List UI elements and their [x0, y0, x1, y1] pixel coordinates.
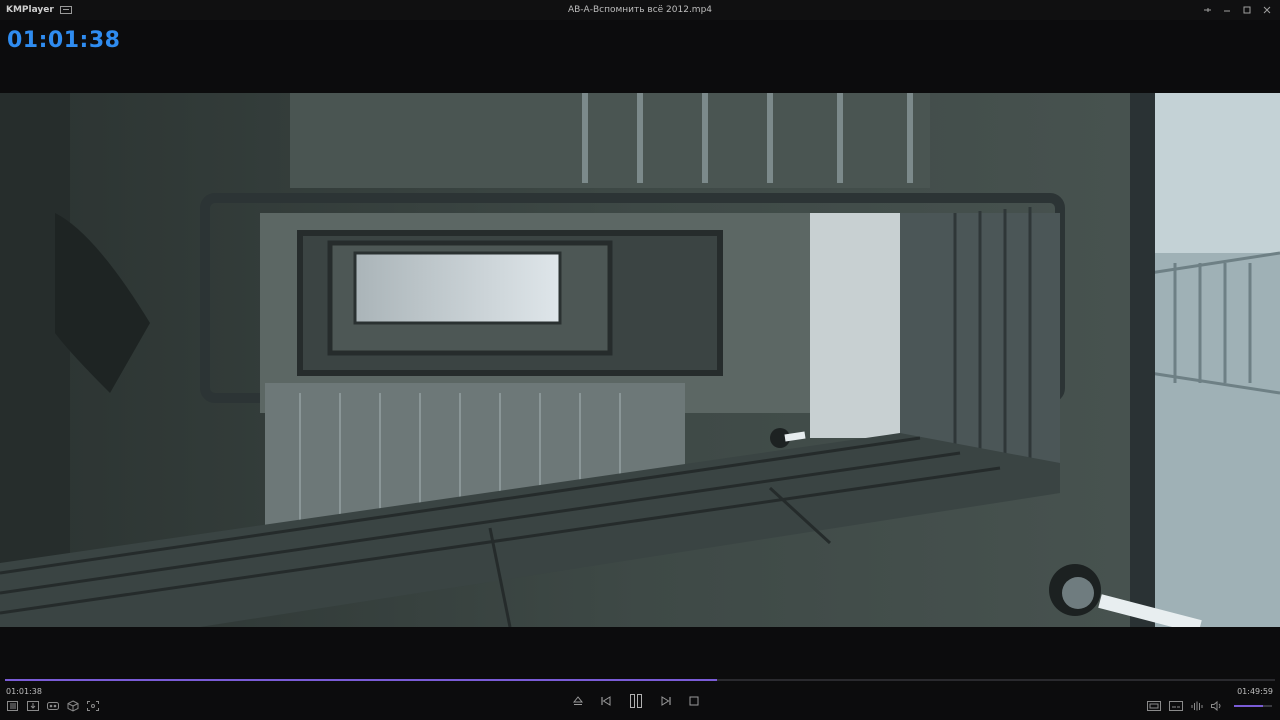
vr-icon[interactable] [46, 700, 60, 712]
seek-bar-progress [5, 679, 718, 681]
previous-icon[interactable] [599, 694, 613, 708]
volume-level [1234, 705, 1263, 707]
screen-mode-icon[interactable] [1146, 700, 1162, 712]
maximize-icon[interactable] [1238, 1, 1256, 19]
total-time: 01:49:59 [1237, 687, 1273, 696]
right-controls [1146, 700, 1272, 712]
seek-bar[interactable] [5, 679, 1275, 681]
menu-icon[interactable] [59, 6, 72, 14]
eject-icon[interactable] [571, 694, 585, 708]
stop-icon[interactable] [687, 694, 701, 708]
left-controls [6, 700, 100, 712]
close-icon[interactable] [1258, 1, 1276, 19]
title-bar: KMPlayer АВ-А-Вспомнить всё 2012.mp4 [0, 0, 1280, 20]
3d-icon[interactable] [66, 700, 80, 712]
download-icon[interactable] [26, 700, 40, 712]
volume-slider[interactable] [1234, 705, 1272, 707]
subtitle-icon[interactable] [1168, 700, 1184, 712]
next-icon[interactable] [659, 694, 673, 708]
minimize-icon[interactable] [1218, 1, 1236, 19]
volume-icon[interactable] [1210, 700, 1224, 712]
playback-controls [571, 692, 701, 710]
app-name: KMPlayer [6, 5, 54, 15]
pause-icon[interactable] [627, 692, 645, 710]
window-controls [1198, 0, 1276, 20]
equalizer-icon[interactable] [1190, 700, 1204, 712]
playlist-icon[interactable] [6, 700, 20, 712]
pin-icon[interactable] [1198, 1, 1216, 19]
file-title: АВ-А-Вспомнить всё 2012.mp4 [567, 5, 713, 15]
video-frame[interactable] [0, 93, 1280, 627]
current-time: 01:01:38 [6, 687, 42, 696]
time-overlay: 01:01:38 [7, 28, 121, 53]
capture-icon[interactable] [86, 700, 100, 712]
